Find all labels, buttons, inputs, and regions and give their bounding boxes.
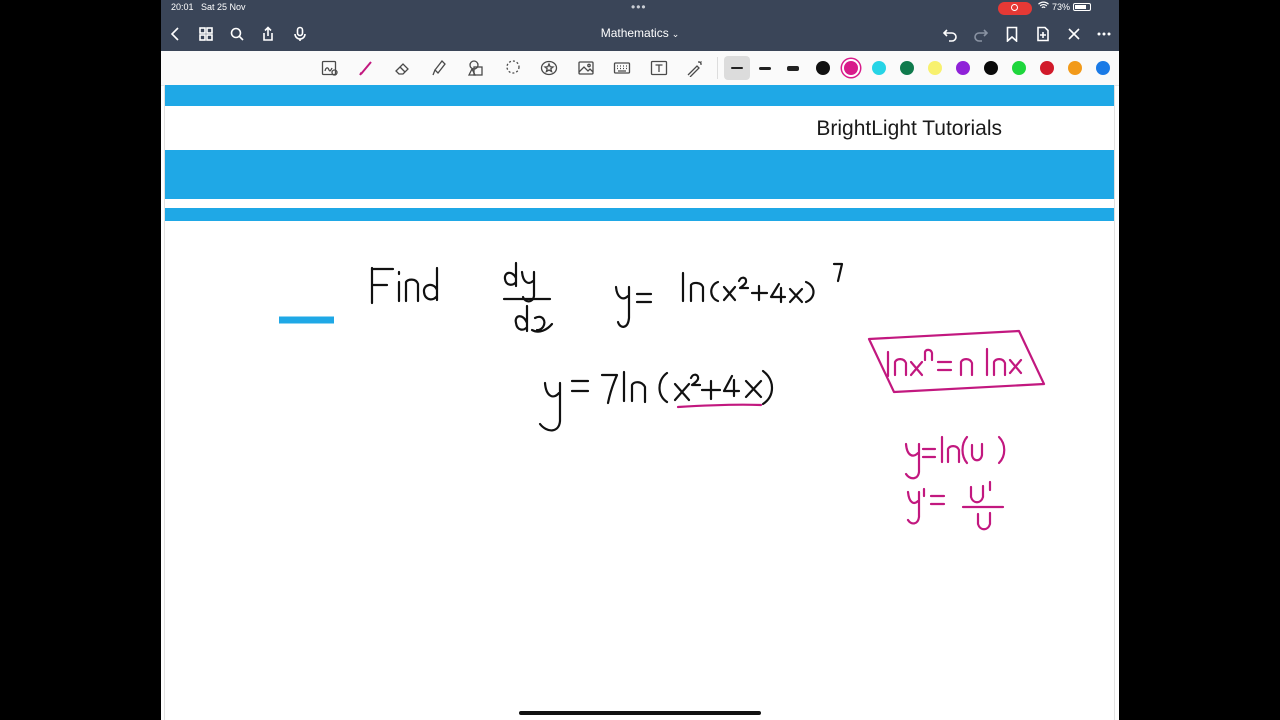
handwriting-magenta (676, 329, 1046, 531)
ink-chain-n (946, 445, 961, 464)
ink-paren-open-2 (658, 371, 669, 404)
ink-deriv-u-top (969, 484, 985, 504)
ink-superscript-7 (832, 262, 844, 283)
ink-letter-F (370, 266, 395, 305)
ink-paren-close-1 (804, 280, 815, 304)
ink-rule-superscript-n (923, 348, 934, 362)
ipad-screen: 20:01 Sat 25 Nov ••• 73% Mathematics ⌄ B… (161, 0, 1119, 720)
ink-plus-2 (700, 379, 722, 401)
ink-equals-1 (635, 292, 653, 304)
ink-deriv-y (906, 490, 921, 525)
ink-chain-u (970, 442, 984, 462)
ink-equals-2 (570, 379, 590, 393)
ink-y-2 (538, 381, 562, 432)
ink-paren-close-2 (761, 369, 774, 406)
ink-rule-n3 (992, 358, 1007, 377)
ink-x-4 (744, 379, 763, 399)
ink-plus-1 (750, 284, 769, 302)
home-indicator[interactable] (519, 711, 761, 715)
ink-chain-y (904, 442, 921, 480)
ink-x-1 (722, 285, 737, 302)
ink-paren-open-1 (710, 280, 720, 303)
ink-rule-x (909, 360, 924, 377)
ink-rule-x2 (1008, 358, 1023, 375)
ink-superscript-2b (689, 373, 702, 387)
ink-x-2 (788, 287, 804, 304)
ink-deriv-equals (929, 494, 946, 506)
ink-rule-n2 (959, 358, 974, 377)
ink-chain-equals (921, 447, 937, 459)
ink-4-1 (769, 282, 787, 304)
ink-x-3 (673, 382, 691, 402)
ink-superscript-2 (737, 276, 750, 290)
ink-deriv-u-bottom (976, 511, 992, 531)
ink-rule-n (893, 358, 908, 377)
ink-4-2 (722, 374, 741, 398)
ink-underline (676, 403, 763, 409)
ink-y-1 (614, 285, 631, 328)
ink-dy-d (503, 261, 518, 288)
ink-n-2 (630, 381, 647, 404)
ink-rule-equals (936, 360, 953, 372)
ink-letter-n (404, 278, 420, 303)
ink-n-1 (689, 281, 705, 303)
ink-chain-paren-open (961, 435, 969, 465)
ink-dx-x (530, 315, 554, 333)
ink-chain-paren-close (997, 435, 1006, 465)
ink-7-2 (600, 373, 619, 405)
ink-dy-y (520, 270, 536, 303)
handwriting-canvas[interactable] (161, 0, 1119, 720)
ink-letter-d (422, 266, 439, 302)
ink-dx-d (514, 304, 529, 333)
